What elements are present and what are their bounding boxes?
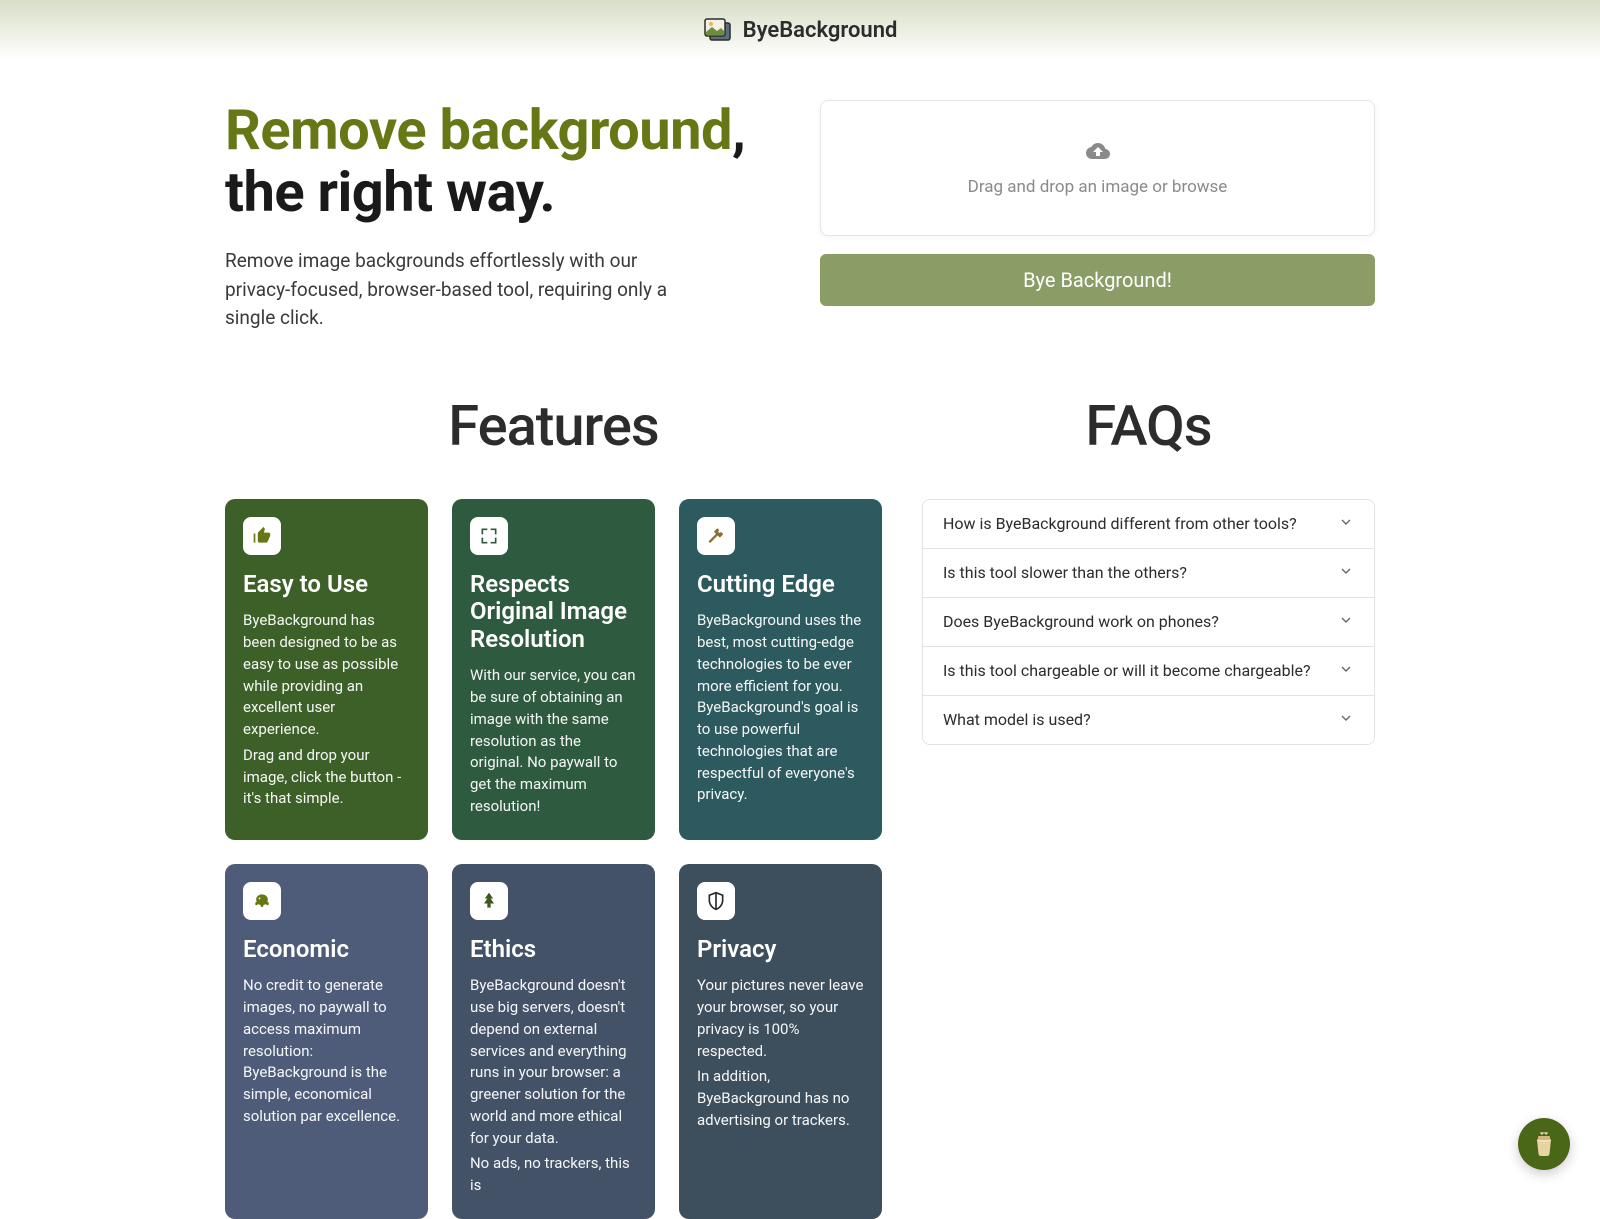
feature-card-resolution: Respects Original Image Resolution With … xyxy=(452,499,655,840)
feature-title: Respects Original Image Resolution xyxy=(470,571,637,654)
feature-title: Economic xyxy=(243,936,410,964)
header: ByeBackground xyxy=(0,0,1600,60)
buy-me-coffee-button[interactable] xyxy=(1518,1118,1570,1170)
expand-icon xyxy=(470,517,508,555)
faqs-section: FAQs How is ByeBackground different from… xyxy=(922,393,1375,1219)
shield-icon xyxy=(697,882,735,920)
hero-title: Remove background, the right way. xyxy=(225,100,780,223)
upload-area: Drag and drop an image or browse Bye Bac… xyxy=(820,100,1375,306)
feature-title: Cutting Edge xyxy=(697,571,864,599)
dropzone-text: Drag and drop an image or browse xyxy=(841,177,1354,197)
feature-body: Drag and drop your image, click the butt… xyxy=(243,745,410,810)
feature-body: No credit to generate images, no paywall… xyxy=(243,975,410,1127)
feature-body: In addition, ByeBackground has no advert… xyxy=(697,1066,864,1131)
chevron-down-icon xyxy=(1338,563,1354,583)
faq-item[interactable]: Is this tool chargeable or will it becom… xyxy=(923,647,1374,696)
features-heading: Features xyxy=(225,393,882,459)
app-logo-icon xyxy=(703,17,733,43)
feature-card-privacy: Privacy Your pictures never leave your b… xyxy=(679,864,882,1219)
features-section: Features Easy to Use ByeBackground has b… xyxy=(225,393,882,1219)
feature-body: With our service, you can be sure of obt… xyxy=(470,665,637,817)
process-button[interactable]: Bye Background! xyxy=(820,254,1375,306)
dropzone[interactable]: Drag and drop an image or browse xyxy=(820,100,1375,236)
feature-body: ByeBackground doesn't use big servers, d… xyxy=(470,975,637,1149)
feature-title: Ethics xyxy=(470,936,637,964)
faqs-heading: FAQs xyxy=(922,393,1375,459)
hero-title-accent: Remove background xyxy=(225,97,732,163)
piggy-bank-icon xyxy=(243,882,281,920)
chevron-down-icon xyxy=(1338,710,1354,730)
faq-question: Does ByeBackground work on phones? xyxy=(943,612,1219,631)
hero-subtitle: Remove image backgrounds effortlessly wi… xyxy=(225,247,705,333)
faq-question: Is this tool chargeable or will it becom… xyxy=(943,661,1311,680)
faq-item[interactable]: Is this tool slower than the others? xyxy=(923,549,1374,598)
feature-body: Your pictures never leave your browser, … xyxy=(697,975,864,1062)
faq-question: What model is used? xyxy=(943,710,1091,729)
logo[interactable]: ByeBackground xyxy=(703,17,898,43)
hero-title-line2: the right way. xyxy=(225,159,555,225)
faq-question: How is ByeBackground different from othe… xyxy=(943,514,1297,533)
upload-cloud-icon xyxy=(841,139,1354,167)
features-grid: Easy to Use ByeBackground has been desig… xyxy=(225,499,882,1219)
feature-body: ByeBackground has been designed to be as… xyxy=(243,610,410,741)
hero-text: Remove background, the right way. Remove… xyxy=(225,100,780,333)
faq-item[interactable]: How is ByeBackground different from othe… xyxy=(923,500,1374,549)
feature-card-ethics: Ethics ByeBackground doesn't use big ser… xyxy=(452,864,655,1219)
feature-title: Easy to Use xyxy=(243,571,410,599)
faq-list: How is ByeBackground different from othe… xyxy=(922,499,1375,745)
faq-question: Is this tool slower than the others? xyxy=(943,563,1187,582)
tree-icon xyxy=(470,882,508,920)
hero-section: Remove background, the right way. Remove… xyxy=(225,100,1375,333)
feature-card-economic: Economic No credit to generate images, n… xyxy=(225,864,428,1219)
faq-item[interactable]: Does ByeBackground work on phones? xyxy=(923,598,1374,647)
chevron-down-icon xyxy=(1338,661,1354,681)
chevron-down-icon xyxy=(1338,514,1354,534)
hammer-icon xyxy=(697,517,735,555)
chevron-down-icon xyxy=(1338,612,1354,632)
feature-card-cutting-edge: Cutting Edge ByeBackground uses the best… xyxy=(679,499,882,840)
feature-card-easy: Easy to Use ByeBackground has been desig… xyxy=(225,499,428,840)
app-name: ByeBackground xyxy=(743,18,898,43)
feature-body: No ads, no trackers, this is xyxy=(470,1153,637,1197)
thumbs-up-icon xyxy=(243,517,281,555)
feature-title: Privacy xyxy=(697,936,864,964)
feature-body: ByeBackground uses the best, most cuttin… xyxy=(697,610,864,806)
hero-title-comma: , xyxy=(732,97,745,163)
faq-item[interactable]: What model is used? xyxy=(923,696,1374,744)
